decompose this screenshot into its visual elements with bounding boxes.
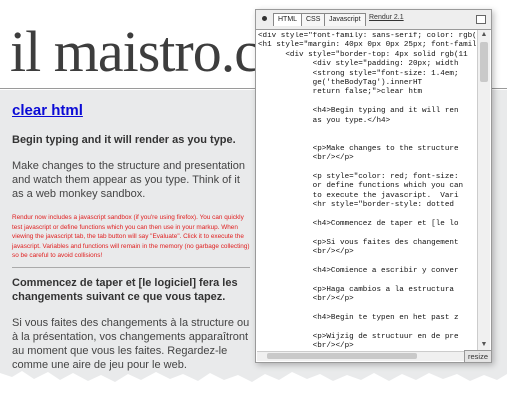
heading-french: Commencez de taper et [le logiciel] fera… [12, 276, 238, 303]
code-line: <h1 style="margin: 40px 0px 0px 25px; fo… [258, 41, 476, 50]
code-line: <hr style="border-style: dotted [258, 201, 454, 210]
code-line: <h4>Comience a escribir y conver [258, 266, 459, 275]
code-line: <br/></p> [258, 341, 354, 350]
scroll-thumb[interactable] [480, 42, 488, 82]
html-code-textarea[interactable]: <div style="font-family: sans-serif; col… [258, 32, 476, 354]
code-line: <h4>Begin te typen en het past z [258, 313, 459, 322]
torn-edge-decoration [0, 371, 507, 393]
editor-tabbar: HTML CSS Javascript Rendur 2.1 [256, 10, 491, 30]
code-line: <div style="font-family: sans-serif; col… [258, 32, 476, 40]
editor-panel: HTML CSS Javascript Rendur 2.1 <div styl… [255, 9, 492, 363]
clear-html-link[interactable]: clear html [12, 102, 250, 119]
page-content: clear html Begin typing and it will rend… [12, 102, 250, 384]
code-line: return false;">clear htm [258, 88, 423, 97]
site-logo-text: il maistro.co [10, 19, 288, 84]
heading-english: Begin typing and it will render as you t… [12, 134, 236, 146]
code-line: <div style="border-top: 4px solid rgb(11 [258, 50, 468, 59]
paragraph-english: Make changes to the structure and presen… [12, 160, 245, 200]
scroll-up-icon[interactable]: ▲ [479, 30, 489, 40]
code-line: <p>Make changes to the structure [258, 144, 459, 153]
tab-css[interactable]: CSS [301, 13, 326, 26]
code-line: or define functions which you can [258, 182, 464, 191]
code-line: to execute the javascript. Vari [258, 191, 459, 200]
code-line: ge('theBodyTag').innerHT [258, 78, 423, 87]
maximize-icon[interactable] [476, 15, 486, 24]
javascript-note: Rendur now includes a javascript sandbox… [12, 214, 250, 259]
vertical-scrollbar[interactable]: ▲ ▼ [477, 30, 490, 350]
code-line: as you type.</h4> [258, 116, 391, 125]
tab-javascript[interactable]: Javascript [324, 13, 366, 26]
code-line: <div style="padding: 20px; width [258, 60, 459, 69]
code-line: <p>Si vous faites des changement [258, 238, 459, 247]
code-line: <p>Wijzig de structuur en de pre [258, 332, 459, 341]
code-line: <br/></p> [258, 294, 354, 303]
rendur-version-link[interactable]: Rendur 2.1 [369, 14, 404, 21]
code-line: <br/></p> [258, 247, 354, 256]
code-line: <p>Haga cambios a la estructura [258, 285, 454, 294]
scroll-down-icon[interactable]: ▼ [479, 340, 489, 350]
code-line: <h4>Begin typing and it will ren [258, 107, 459, 116]
code-line: <p style="color: red; font-size: [258, 172, 459, 181]
code-line: <br/></p> [258, 154, 354, 163]
dotted-divider [12, 266, 250, 268]
code-line: <h4>Commencez de taper et [le lo [258, 219, 459, 228]
tab-html[interactable]: HTML [273, 13, 303, 26]
code-line: <strong style="font-size: 1.4em; [258, 69, 459, 78]
close-icon[interactable] [262, 16, 267, 21]
